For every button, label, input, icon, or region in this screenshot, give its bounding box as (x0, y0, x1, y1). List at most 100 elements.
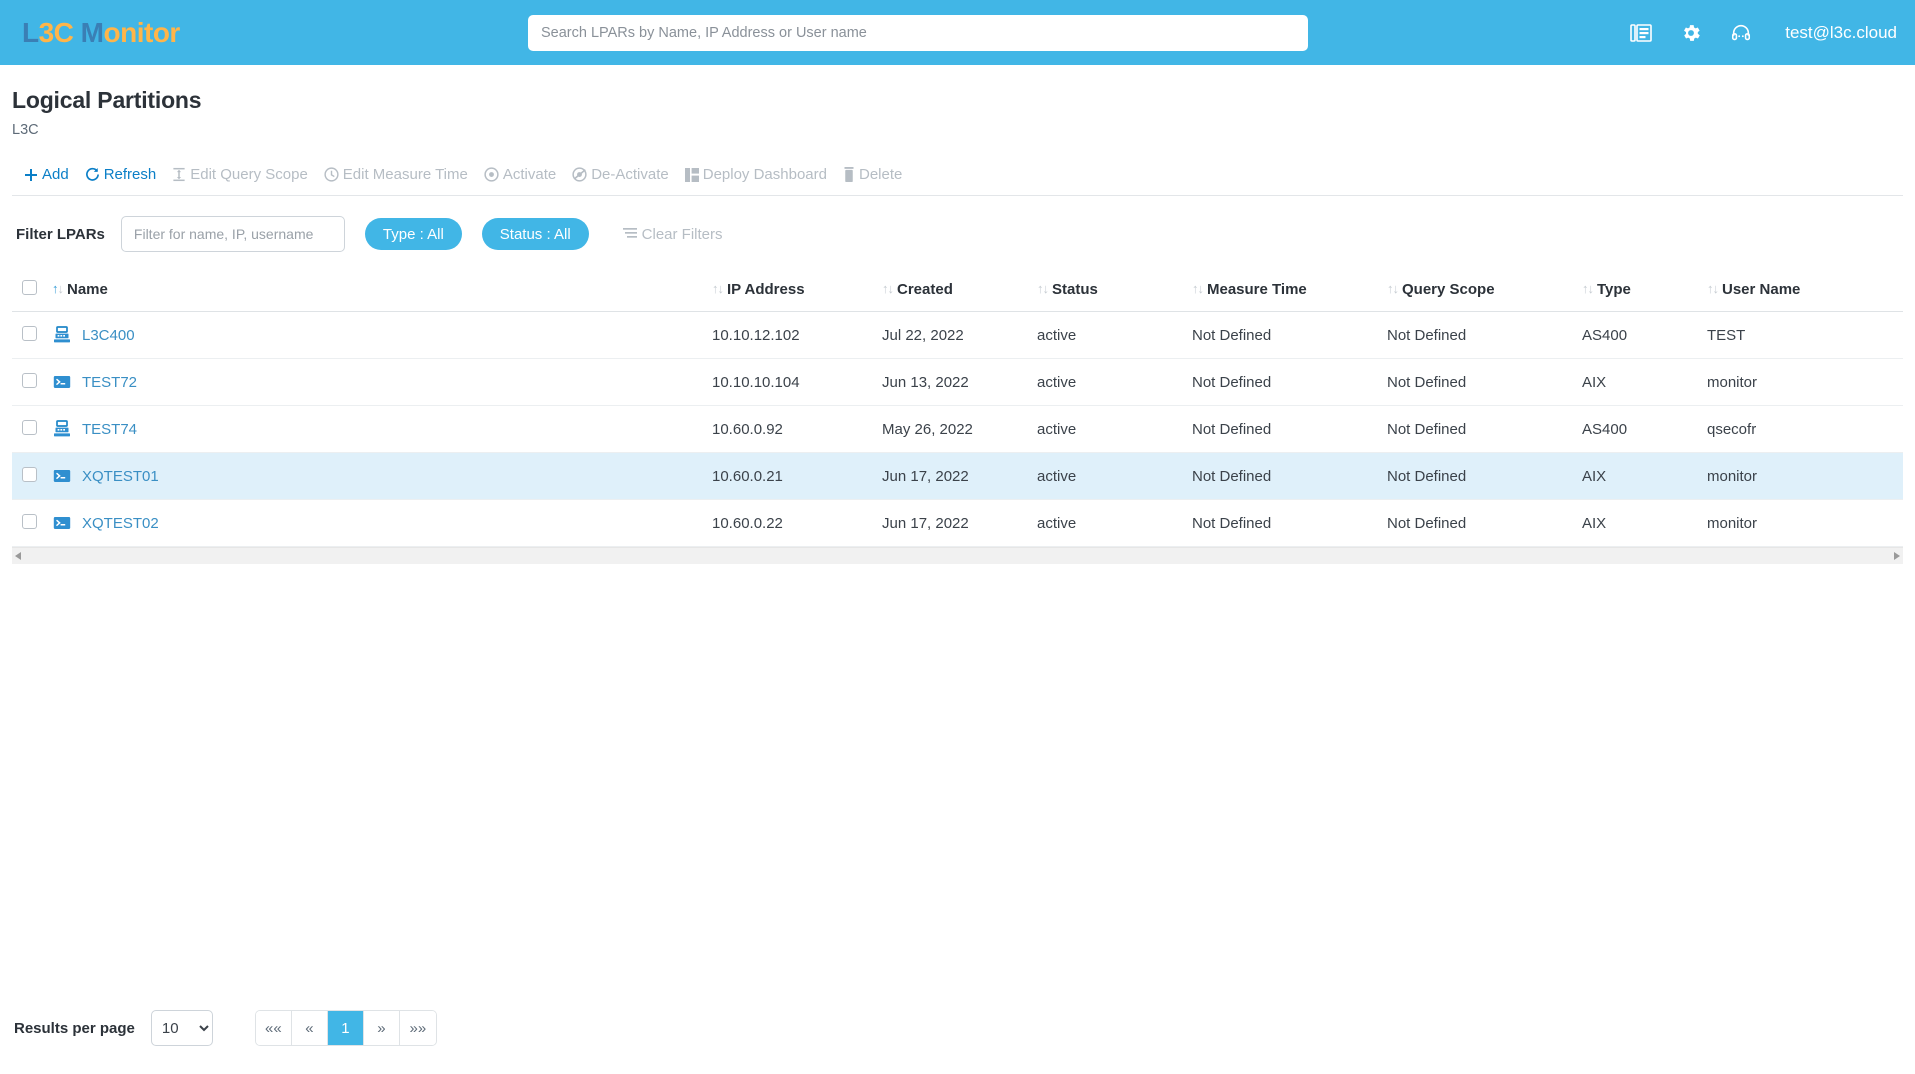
column-header-name[interactable]: ↑ ↓ Name (52, 270, 712, 312)
cell-type: AIX (1582, 452, 1707, 500)
column-header-label: Type (1597, 281, 1631, 298)
cell-query-scope: Not Defined (1387, 358, 1582, 406)
sort-arrows-icon[interactable]: ↑ ↓ (1582, 281, 1594, 296)
cell-user-name: monitor (1707, 499, 1903, 547)
cell-name: XQTEST02 (52, 499, 712, 547)
terminal-icon (52, 466, 72, 486)
cell-name: TEST74 (52, 405, 712, 453)
cell-ip-address: 10.60.0.21 (712, 452, 882, 500)
select-all-checkbox[interactable] (22, 280, 37, 295)
terminal-icon (52, 513, 72, 533)
row-checkbox[interactable] (22, 325, 37, 341)
sort-arrows-icon[interactable]: ↑ ↓ (1707, 281, 1719, 296)
clear-filters-button[interactable]: Clear Filters (622, 226, 723, 243)
page-last-button[interactable]: »» (399, 1011, 436, 1045)
cell-ip-address: 10.10.12.102 (712, 311, 882, 359)
column-header-created[interactable]: ↑ ↓ Created (882, 270, 1037, 312)
filter-label: Filter LPARs (16, 225, 105, 243)
top-app-bar: L3C Monitor Search LPARs by Name, IP Add… (0, 0, 1915, 65)
page-next-button[interactable]: » (363, 1011, 400, 1045)
cell-user-name: TEST (1707, 311, 1903, 359)
scroll-right-arrow-icon[interactable] (1894, 552, 1900, 560)
cell-created: Jun 17, 2022 (882, 499, 1037, 547)
table-row[interactable]: TEST74 10.60.0.92 May 26, 2022 active Not De… (12, 405, 1903, 453)
page-header: Logical Partitions L3C (0, 65, 1915, 138)
column-header-ip[interactable]: ↑ ↓ IP Address (712, 270, 882, 312)
row-select-cell (12, 358, 52, 406)
search-input[interactable] (528, 15, 1308, 51)
document-list-icon[interactable] (1629, 21, 1653, 45)
table-row[interactable]: XQTEST01 10.60.0.21 Jun 17, 2022 active Not … (12, 452, 1903, 500)
support-headset-icon[interactable] (1729, 21, 1753, 45)
cell-status: active (1037, 311, 1192, 359)
type-filter-pill[interactable]: Type : All (364, 218, 462, 250)
lpar-name-link[interactable]: TEST74 (82, 421, 137, 438)
activate-button: Activate (478, 164, 566, 185)
cell-created: Jul 22, 2022 (882, 311, 1037, 359)
sort-arrows-icon[interactable]: ↑ ↓ (1037, 281, 1049, 296)
row-select-cell (12, 311, 52, 359)
page-subtitle: L3C (12, 122, 39, 138)
row-checkbox[interactable] (22, 513, 37, 529)
column-header-label: Name (67, 281, 108, 298)
column-header-label: User Name (1722, 281, 1801, 298)
cell-type: AS400 (1582, 405, 1707, 453)
column-header-label: Query Scope (1402, 281, 1495, 298)
cell-created: Jun 17, 2022 (882, 452, 1037, 500)
edit-measure-time-button: Edit Measure Time (318, 164, 478, 185)
app-logo[interactable]: L3C Monitor (22, 17, 180, 49)
status-filter-pill[interactable]: Status : All (481, 218, 589, 250)
cell-measure-time: Not Defined (1192, 311, 1387, 359)
lpar-name-link[interactable]: XQTEST02 (82, 515, 159, 532)
page-prev-button[interactable]: « (291, 1011, 328, 1045)
sort-arrows-icon[interactable]: ↑ ↓ (52, 281, 64, 296)
lpar-name-link[interactable]: XQTEST01 (82, 468, 159, 485)
gear-icon[interactable] (1679, 21, 1703, 45)
lpar-name-link[interactable]: TEST72 (82, 374, 137, 391)
scroll-left-arrow-icon[interactable] (15, 552, 21, 560)
mainframe-icon (52, 419, 72, 439)
table-row[interactable]: XQTEST02 10.60.0.22 Jun 17, 2022 active Not … (12, 499, 1903, 547)
column-header-measure[interactable]: ↑ ↓ Measure Time (1192, 270, 1387, 312)
column-header-query[interactable]: ↑ ↓ Query Scope (1387, 270, 1582, 312)
refresh-button[interactable]: Refresh (79, 164, 167, 185)
sort-arrows-icon[interactable]: ↑ ↓ (1192, 281, 1204, 296)
toolbar-button-label: Delete (858, 166, 903, 183)
toolbar-button-label: Activate (502, 166, 557, 183)
user-email[interactable]: test@l3c.cloud (1785, 23, 1897, 43)
sort-arrows-icon[interactable]: ↑ ↓ (1387, 281, 1399, 296)
lpar-name-link[interactable]: L3C400 (82, 327, 135, 344)
page-buttons: «« « 1 » »» (254, 1010, 437, 1046)
column-header-type[interactable]: ↑ ↓ Type (1582, 270, 1707, 312)
action-toolbar: Add Refresh Edit Query Scope Edit Measure T… (12, 150, 1903, 196)
trash-icon (843, 167, 855, 182)
plus-icon (24, 168, 38, 182)
row-checkbox[interactable] (22, 419, 37, 435)
table-row[interactable]: L3C400 10.10.12.102 Jul 22, 2022 active Not … (12, 311, 1903, 359)
sort-arrows-icon[interactable]: ↑ ↓ (712, 281, 724, 296)
column-header-user[interactable]: ↑ ↓ User Name (1707, 270, 1903, 312)
toolbar-button-label: De-Activate (591, 166, 669, 183)
add-button[interactable]: Add (18, 164, 79, 185)
lpar-table-container: ↑ ↓ Name ↑ ↓ IP Address ↑ ↓ Created ↑ ↓ Status ↑ ↓ Mea… (12, 270, 1903, 547)
top-bar-actions: test@l3c.cloud (1629, 0, 1897, 65)
table-header-row: ↑ ↓ Name ↑ ↓ IP Address ↑ ↓ Created ↑ ↓ Status ↑ ↓ Mea… (12, 270, 1903, 312)
column-header-status[interactable]: ↑ ↓ Status (1037, 270, 1192, 312)
page-first-button[interactable]: «« (255, 1011, 292, 1045)
table-row[interactable]: TEST72 10.10.10.104 Jun 13, 2022 active Not … (12, 358, 1903, 406)
edit-query-scope-button: Edit Query Scope (166, 164, 318, 185)
table-body: L3C400 10.10.12.102 Jul 22, 2022 active Not … (12, 311, 1903, 547)
horizontal-scrollbar[interactable] (12, 547, 1903, 564)
row-checkbox[interactable] (22, 372, 37, 388)
row-checkbox[interactable] (22, 466, 37, 482)
column-header-label: Status (1052, 281, 1098, 298)
page-number-button[interactable]: 1 (327, 1011, 364, 1045)
filter-input[interactable] (120, 216, 345, 252)
logo-3c: 3C (38, 16, 74, 48)
pagination-bar: Results per page 102550100 «« « 1 » »» (14, 1010, 437, 1046)
results-per-page-select[interactable]: 102550100 (150, 1010, 213, 1046)
sort-arrows-icon[interactable]: ↑ ↓ (882, 281, 894, 296)
deploy-dashboard-button: Deploy Dashboard (679, 164, 837, 185)
logo-m: M (73, 16, 104, 48)
logo-onitor: onitor (103, 16, 181, 48)
